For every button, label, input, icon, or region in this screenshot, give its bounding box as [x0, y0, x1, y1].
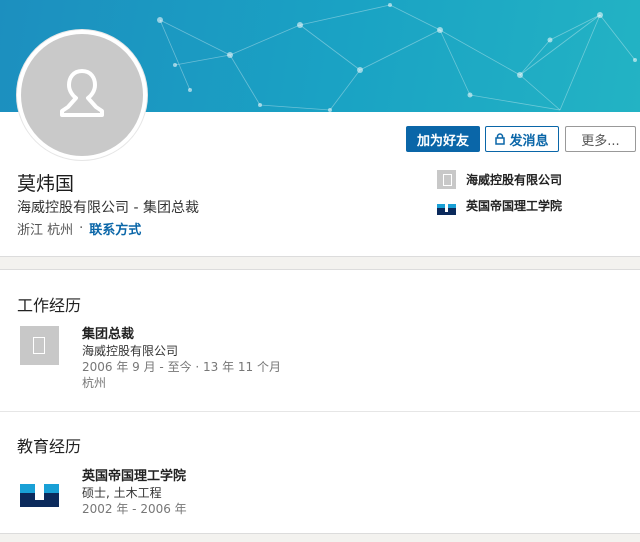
- sidebar-school-link[interactable]: 英国帝国理工学院: [437, 196, 562, 215]
- profile-headline: 海威控股有限公司 - 集团总裁: [17, 200, 199, 216]
- experience-section: 工作经历 集团总裁 海威控股有限公司 2006 年 9 月 - 至今 · 13 …: [0, 269, 640, 412]
- sidebar-school-name: 英国帝国理工学院: [466, 199, 563, 213]
- education-item: 英国帝国理工学院 硕士, 土木工程 2002 年 - 2006 年: [82, 468, 187, 517]
- profile-name: 莫炜国: [17, 173, 75, 195]
- profile-location-row: 浙江 杭州 · 联系方式: [17, 219, 141, 238]
- education-degree: 硕士, 土木工程: [82, 486, 162, 500]
- more-button[interactable]: 更多...: [565, 126, 636, 152]
- company-logo-icon[interactable]: [20, 326, 59, 365]
- education-section: 教育经历 英国帝国理工学院 硕士, 土木工程 2002 年 - 2006 年: [0, 411, 640, 534]
- sidebar-company-link[interactable]: 海威控股有限公司: [437, 170, 562, 189]
- experience-item: 集团总裁 海威控股有限公司 2006 年 9 月 - 至今 · 13 年 11 …: [82, 326, 281, 391]
- separator-dot: ·: [79, 221, 84, 236]
- school-logo-icon[interactable]: [20, 468, 59, 507]
- profile-avatar[interactable]: [17, 30, 147, 160]
- company-logo-icon: [437, 170, 456, 189]
- lock-icon: [495, 133, 506, 145]
- message-button[interactable]: 发消息: [485, 126, 559, 152]
- experience-company: 海威控股有限公司: [82, 344, 179, 358]
- profile-location: 浙江 杭州: [17, 223, 74, 238]
- education-dates: 2002 年 - 2006 年: [82, 502, 187, 516]
- experience-title: 工作经历: [17, 296, 82, 315]
- experience-role[interactable]: 集团总裁: [82, 326, 281, 343]
- experience-location: 杭州: [82, 376, 107, 390]
- experience-dates: 2006 年 9 月 - 至今 · 13 年 11 个月: [82, 360, 282, 374]
- school-logo-icon: [437, 196, 456, 215]
- connect-button[interactable]: 加为好友: [406, 126, 480, 152]
- education-title: 教育经历: [17, 437, 82, 456]
- education-school[interactable]: 英国帝国理工学院: [82, 468, 187, 485]
- contact-info-link[interactable]: 联系方式: [89, 219, 141, 238]
- profile-top-card: 加为好友 发消息 更多... 莫炜国 海威控股有限公司 - 集团总裁 浙江 杭州…: [0, 0, 640, 257]
- message-button-label: 发消息: [509, 133, 549, 149]
- sidebar-company-name: 海威控股有限公司: [466, 173, 563, 187]
- user-placeholder-icon: [60, 69, 104, 117]
